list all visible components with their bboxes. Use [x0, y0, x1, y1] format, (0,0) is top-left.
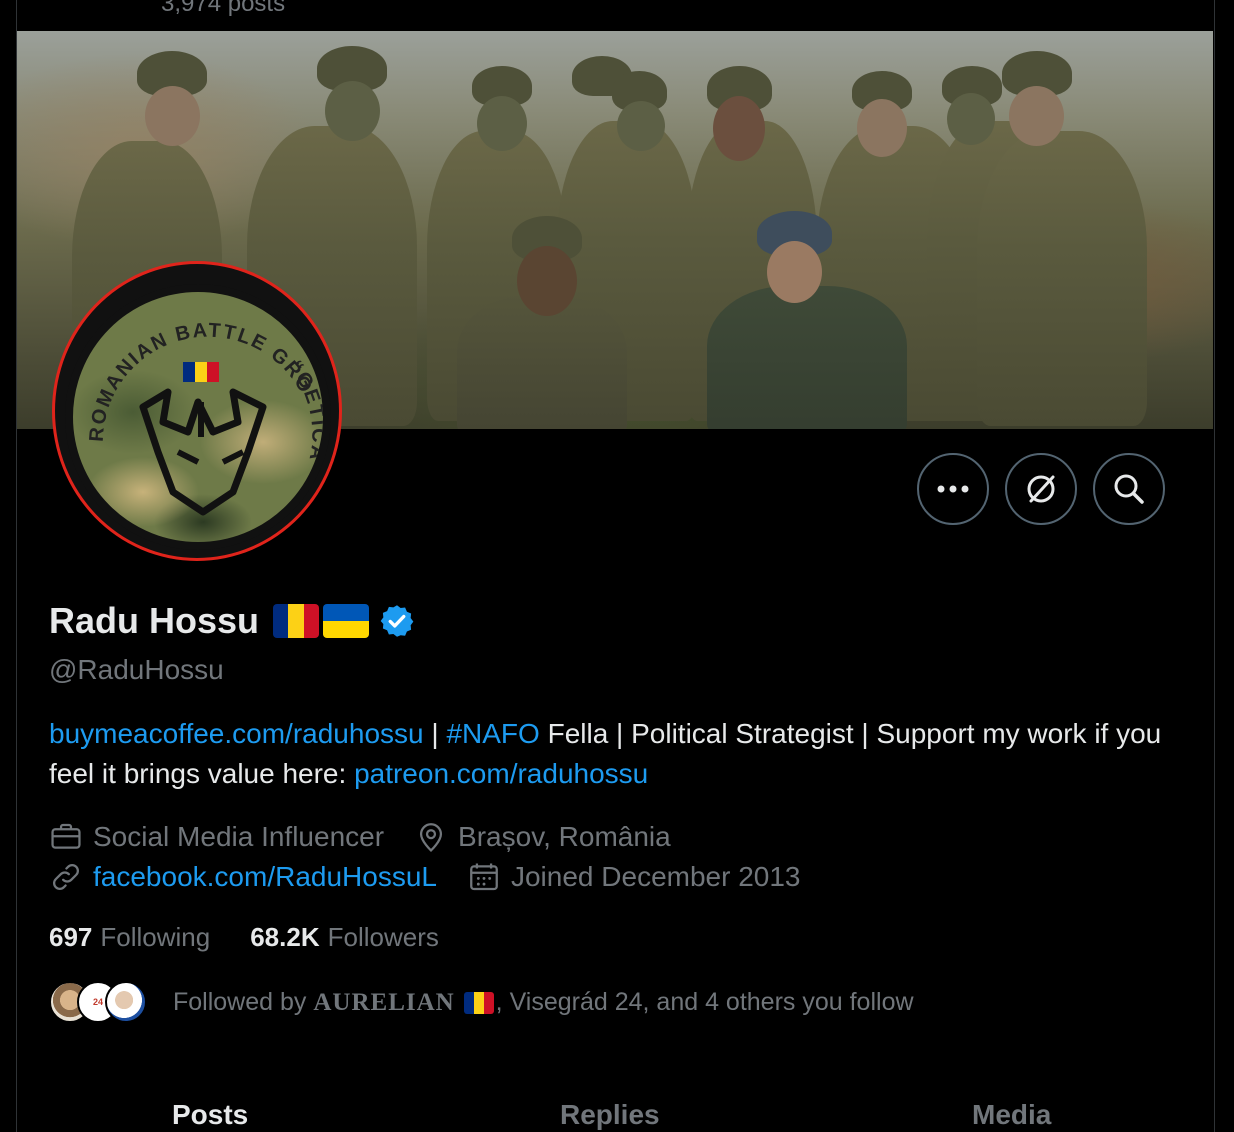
- profile-name: Radu Hossu: [49, 600, 260, 641]
- romania-flag-icon: [273, 604, 320, 638]
- verified-badge-icon[interactable]: [379, 603, 415, 639]
- link-icon: [53, 864, 79, 890]
- category-text: Social Media Influencer: [93, 821, 385, 852]
- profile-meta-row-2: facebook.com/RaduHossuL Joined December …: [49, 860, 831, 894]
- followed-by-row[interactable]: 24 Followed by AURELIAN , Visegrád 24, a…: [49, 981, 914, 1023]
- bio-hashtag-nafo[interactable]: #NAFO: [446, 718, 539, 749]
- bio-link-patreon[interactable]: patreon.com/raduhossu: [354, 758, 648, 789]
- profile-location: Brașov, România: [414, 820, 671, 854]
- profile-category: Social Media Influencer: [49, 820, 384, 854]
- tab-media[interactable]: Media: [972, 1099, 1051, 1131]
- grok-button[interactable]: [1005, 453, 1077, 525]
- following-label: Following: [100, 922, 211, 952]
- tab-replies[interactable]: Replies: [560, 1099, 660, 1131]
- profile-handle: @RaduHossu: [49, 654, 224, 685]
- follower-avatar-3: [105, 981, 147, 1023]
- ukraine-flag-icon: [323, 604, 370, 638]
- bio-separator: |: [423, 718, 447, 749]
- grok-icon: [1027, 475, 1055, 503]
- logo-ring-text-right: “GETICA”: [284, 357, 323, 478]
- profile-name-row: Radu Hossu: [49, 600, 415, 642]
- joined-text: Joined December 2013: [510, 861, 801, 892]
- posts-count: 3,974 posts: [161, 0, 286, 17]
- search-icon: [1114, 474, 1144, 504]
- followers-count: 68.2K: [250, 922, 320, 952]
- followed-by-prefix: Followed by: [173, 987, 314, 1016]
- follower-avatar-2-label: 24: [92, 997, 103, 1007]
- following-count: 697: [49, 922, 93, 952]
- romania-flag-icon: [463, 991, 494, 1014]
- profile-stats: 697 Following 68.2K Followers: [49, 922, 439, 953]
- search-button[interactable]: [1093, 453, 1165, 525]
- followed-by-rest: , Visegrád 24, and 4 others you follow: [495, 987, 914, 1016]
- profile-meta-row-1: Social Media Influencer Brașov, România: [49, 820, 701, 854]
- profile-tabs: Posts Replies Media: [17, 1095, 1213, 1132]
- followers-label: Followers: [327, 922, 439, 952]
- followed-by-text: Followed by AURELIAN , Visegrád 24, and …: [173, 988, 914, 1017]
- battle-group-logo: ROMANIAN BATTLE GROUP “GETICA”: [65, 284, 331, 550]
- ellipsis-icon: [937, 485, 969, 493]
- following-link[interactable]: 697 Following: [49, 922, 210, 953]
- location-text: Brașov, România: [458, 821, 671, 852]
- calendar-icon: [470, 863, 498, 891]
- profile-avatar[interactable]: ROMANIAN BATTLE GROUP “GETICA”: [52, 261, 342, 561]
- profile-bio: buymeacoffee.com/raduhossu | #NAFO Fella…: [49, 714, 1169, 794]
- website-link[interactable]: facebook.com/RaduHossuL: [93, 861, 437, 893]
- briefcase-icon: [51, 823, 81, 849]
- more-button[interactable]: [917, 453, 989, 525]
- profile-website[interactable]: facebook.com/RaduHossuL: [49, 860, 437, 894]
- location-pin-icon: [419, 823, 443, 853]
- followed-by-name-aurelian: AURELIAN: [313, 988, 455, 1016]
- followers-link[interactable]: 68.2K Followers: [250, 922, 439, 953]
- bio-link-buymeacoffee[interactable]: buymeacoffee.com/raduhossu: [49, 718, 424, 749]
- profile-joined: Joined December 2013: [467, 860, 801, 894]
- svg-text:“GETICA”: “GETICA”: [284, 357, 329, 478]
- tab-posts[interactable]: Posts: [172, 1099, 248, 1131]
